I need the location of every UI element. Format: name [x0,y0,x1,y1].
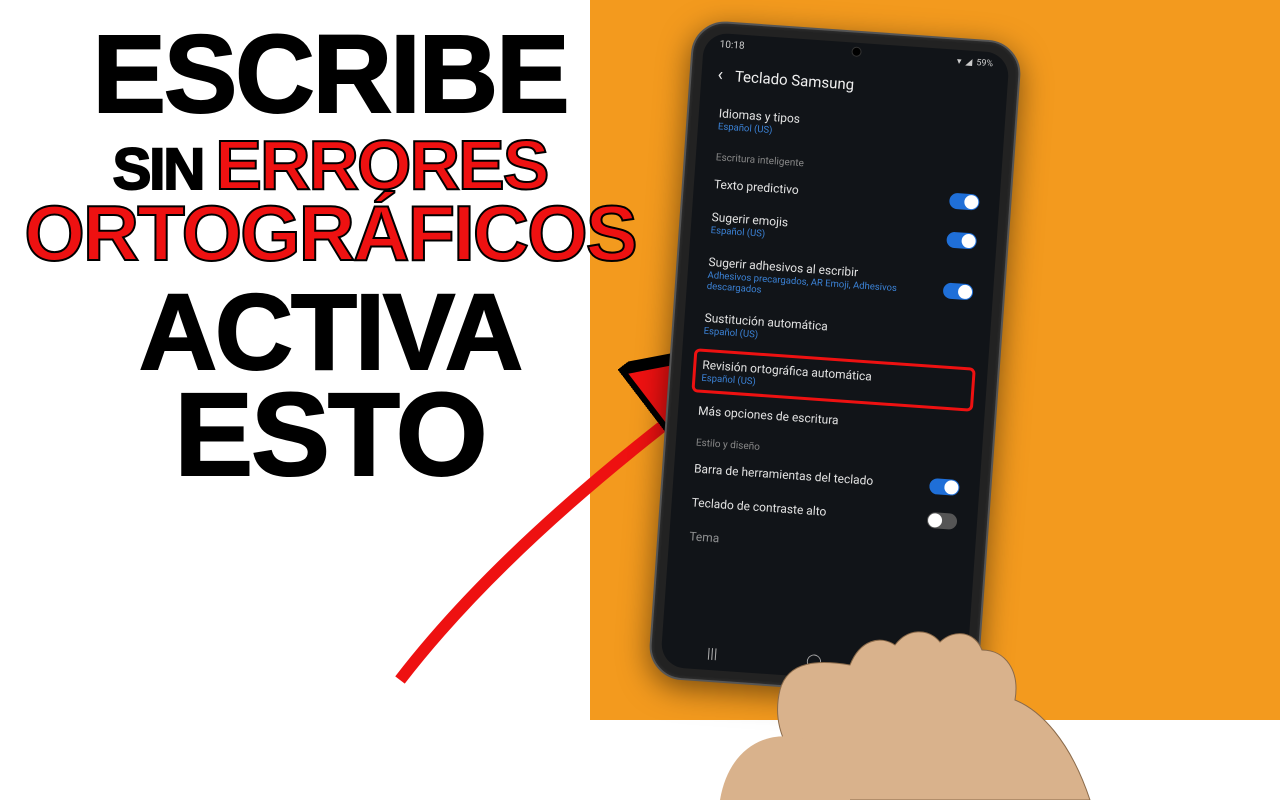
wifi-icon: ▾ [957,56,962,66]
header-title: Teclado Samsung [734,67,854,93]
nav-back-icon[interactable]: ‹ [905,660,926,677]
nav-home-icon[interactable]: ◯ [803,653,824,670]
battery-text: 59% [976,58,993,69]
headline-word-escribe: ESCRIBE [93,20,568,130]
phone-mockup: 10:18 ▾ ◢ 59% ‹ Teclado Samsung Idiomas … [647,19,1022,700]
settings-list: Idiomas y tipos Español (US) Escritura i… [663,96,1006,654]
toggle-contraste-alto[interactable] [927,512,958,530]
toggle-texto-predictivo[interactable] [949,192,980,210]
toggle-sugerir-adhesivos[interactable] [943,282,974,300]
toggle-barra-herramientas[interactable] [929,478,960,496]
nav-recent-icon[interactable]: ||| [702,645,723,662]
thumbnail-headline: ESCRIBE SINERRORES ORTOGRÁFICOS ACTIVA E… [55,20,605,494]
status-time: 10:18 [719,39,745,52]
headline-word-ortograficos: ORTOGRÁFICOS [24,194,636,272]
back-icon[interactable]: ‹ [717,64,724,85]
toggle-sugerir-emojis[interactable] [946,232,977,250]
headline-word-esto: ESTO [174,376,485,494]
signal-icon: ◢ [965,57,973,67]
